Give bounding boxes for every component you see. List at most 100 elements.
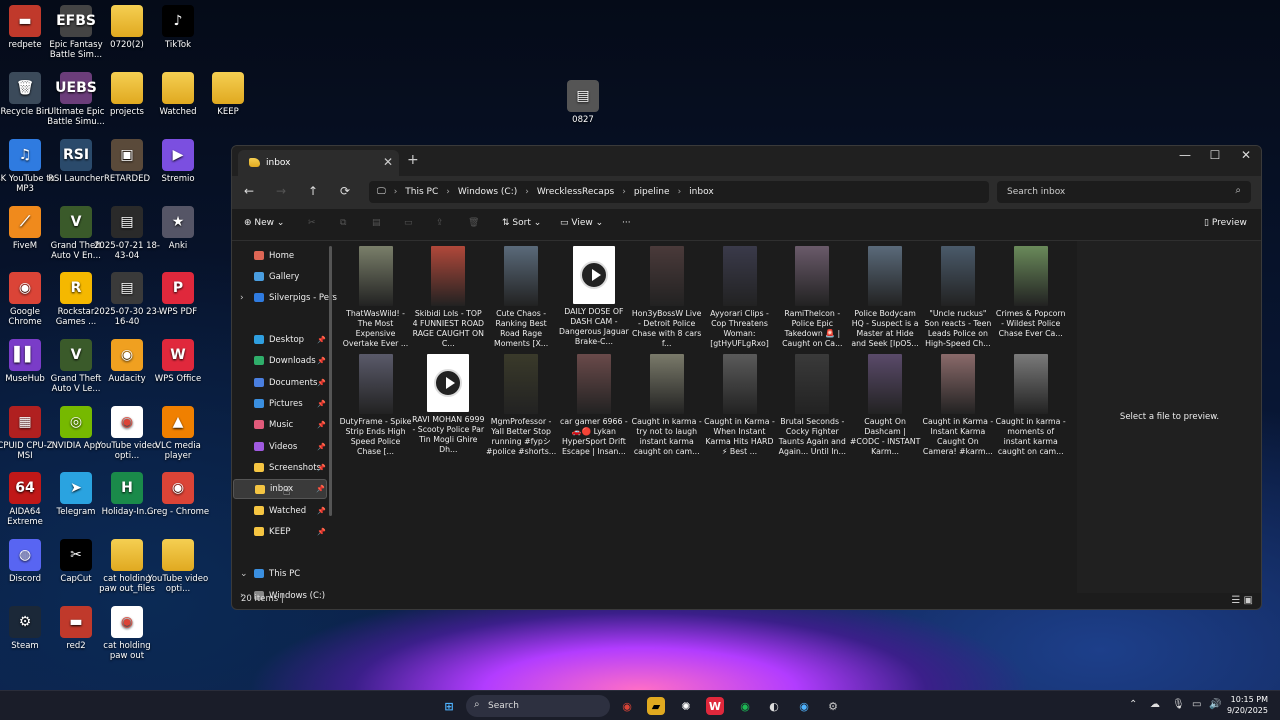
view-button[interactable]: ▭ View ⌄ xyxy=(560,218,603,228)
sidebar-scrollbar[interactable] xyxy=(329,246,332,516)
sidebar-item-watched[interactable]: Watched 📌 xyxy=(233,501,327,521)
tab-inbox[interactable]: inbox ✕ xyxy=(238,150,399,176)
breadcrumb-item[interactable]: inbox xyxy=(689,187,713,197)
sidebar-item-videos[interactable]: Videos 📌 xyxy=(233,437,327,457)
sidebar-item-music[interactable]: Music 📌 xyxy=(233,415,327,435)
tab-close-button[interactable]: ✕ xyxy=(383,155,393,169)
wps-icon[interactable]: W xyxy=(706,697,724,715)
file-explorer-icon[interactable]: ▰ xyxy=(647,697,665,715)
minimize-button[interactable]: — xyxy=(1170,146,1200,164)
sidebar-item-this-pc[interactable]: This PC ⌄ xyxy=(233,564,327,584)
chrome-icon[interactable]: ◉ xyxy=(618,697,636,715)
close-button[interactable]: ✕ xyxy=(1231,146,1261,164)
spotify-icon[interactable]: ◉ xyxy=(736,697,754,715)
volume-icon[interactable]: 🔊 xyxy=(1209,699,1221,710)
sidebar-item-gallery[interactable]: Gallery xyxy=(233,267,327,287)
forward-button[interactable]: → xyxy=(276,184,286,198)
file-item[interactable]: Hon3yBossW Live - Detroit Police Chase w… xyxy=(630,246,703,349)
sort-button[interactable]: ⇅ Sort ⌄ xyxy=(502,218,541,228)
app-icon[interactable]: ◐ xyxy=(765,697,783,715)
sidebar-item-screenshots[interactable]: Screenshots 📌 xyxy=(233,458,327,478)
clock[interactable]: 10:15 PM 9/20/2025 xyxy=(1227,694,1268,716)
desktop-icon[interactable]: W WPS Office xyxy=(145,339,211,384)
chevron-right-icon[interactable]: › xyxy=(240,293,244,303)
file-item[interactable]: Crimes & Popcorn - Wildest Police Chase … xyxy=(994,246,1067,339)
file-item[interactable]: RAVI MOHAN 6999 - Scooty Police Par Tin … xyxy=(412,354,485,455)
sidebar-item-desktop[interactable]: Desktop 📌 xyxy=(233,330,327,350)
new-button[interactable]: ⊕ New ⌄ xyxy=(244,218,284,228)
chrome-profile-icon[interactable]: ◉ xyxy=(795,697,813,715)
preview-button[interactable]: ▯ Preview xyxy=(1204,218,1247,228)
file-item[interactable]: car gamer 6966 - 🚗🔴 Lykan HyperSport Dri… xyxy=(557,354,630,457)
copy-icon[interactable]: ⧉ xyxy=(340,218,346,228)
chevron-down-icon[interactable]: ⌄ xyxy=(240,569,248,579)
chatgpt-icon[interactable]: ✺ xyxy=(677,697,695,715)
file-item[interactable]: MgmProfessor - Yall Better Stop running … xyxy=(485,354,558,457)
sidebar-item-pictures[interactable]: Pictures 📌 xyxy=(233,394,327,414)
settings-icon[interactable]: ⚙ xyxy=(824,697,842,715)
breadcrumb-item[interactable]: Windows (C:) xyxy=(458,187,517,197)
file-item[interactable]: RamiThelcon - Police Epic Takedown 🚨 | C… xyxy=(776,246,849,349)
start-icon[interactable]: ⊞ xyxy=(440,697,458,715)
chevron-right-icon: › xyxy=(393,187,398,197)
file-item[interactable]: DutyFrame - Spike Strip Ends High Speed … xyxy=(339,354,412,457)
onedrive-icon[interactable]: ☁ xyxy=(1150,699,1160,710)
delete-icon[interactable]: 🗑 xyxy=(468,218,479,228)
desktop-icon[interactable]: ♪ TikTok xyxy=(145,5,211,50)
file-item[interactable]: Caught in karma - moments of instant kar… xyxy=(994,354,1067,457)
desktop-icon[interactable]: ◉ Greg - Chrome xyxy=(145,472,211,517)
sidebar-item-downloads[interactable]: Downloads 📌 xyxy=(233,351,327,371)
desktop-icon[interactable]: YouTube video opti... xyxy=(145,539,211,594)
back-button[interactable]: ← xyxy=(244,184,254,198)
sidebar-item-keep[interactable]: KEEP 📌 xyxy=(233,522,327,542)
file-item[interactable]: Caught in karma - try not to laugh insta… xyxy=(630,354,703,457)
file-item[interactable]: Cute Chaos - Ranking Best Road Rage Mome… xyxy=(485,246,558,349)
rename-icon[interactable]: ▭ xyxy=(404,218,413,228)
breadcrumb-item[interactable]: pipeline xyxy=(634,187,670,197)
preview-message: Select a file to preview. xyxy=(1119,412,1220,422)
desktop-icon[interactable]: ▶ Stremio xyxy=(145,139,211,184)
breadcrumb-item[interactable]: WrecklessRecaps xyxy=(537,187,614,197)
file-item[interactable]: Caught in Karma - Instant Karma Caught O… xyxy=(921,354,994,457)
file-item[interactable]: Brutal Seconds - Cocky Fighter Taunts Ag… xyxy=(776,354,849,457)
more-options-button[interactable]: ··· xyxy=(622,218,631,228)
cut-icon[interactable]: ✂ xyxy=(308,218,316,228)
file-item[interactable]: Ayyorari Clips - Cop Threatens Woman: [g… xyxy=(703,246,776,349)
paste-icon[interactable]: ▤ xyxy=(372,218,381,228)
chevron-up-icon[interactable]: ⌃ xyxy=(1129,699,1137,710)
breadcrumb[interactable]: 🖵 › This PC › Windows (C:) › WrecklessRecaps ›… xyxy=(369,181,989,203)
desktop-icon[interactable]: KEEP xyxy=(195,72,261,117)
folder-icon xyxy=(254,463,264,472)
mic-icon[interactable]: 🎙 xyxy=(1172,699,1185,710)
app-icon: ✂ xyxy=(60,539,92,571)
file-item[interactable]: Caught in Karma - When Instant Karma Hit… xyxy=(703,354,776,457)
desktop-icon[interactable]: ▲ VLC media player xyxy=(145,406,211,461)
file-item[interactable]: Caught On Dashcam | #CODC - INSTANT Karm… xyxy=(849,354,922,457)
search-input[interactable]: Search inbox ⌕ xyxy=(997,181,1251,203)
up-button[interactable]: ↑ xyxy=(308,184,318,198)
view-toggle[interactable]: ☰ ▣ xyxy=(1231,593,1253,609)
sidebar-item-inbox[interactable]: inbox 📌 xyxy=(233,479,327,499)
file-item[interactable]: DAILY DOSE OF DASH CAM - Dangerous Jagua… xyxy=(557,246,630,347)
file-item[interactable]: "Uncle ruckus" Son reacts - Teen Leads P… xyxy=(921,246,994,349)
sidebar-item-home[interactable]: Home xyxy=(233,246,327,266)
breadcrumb-item[interactable]: This PC xyxy=(405,187,438,197)
maximize-button[interactable]: ☐ xyxy=(1200,146,1230,164)
file-item[interactable]: ThatWasWild! - The Most Expensive Overta… xyxy=(339,246,412,349)
desktop-icon[interactable]: ▤ 0827 xyxy=(550,80,616,125)
sidebar-item-silverpigs-pers[interactable]: Silverpigs - Pers › xyxy=(233,288,337,308)
network-icon[interactable]: ▭ xyxy=(1192,699,1201,710)
share-icon[interactable]: ⇪ xyxy=(436,218,444,228)
desktop-icon[interactable]: ★ Anki xyxy=(145,206,211,251)
desktop-icon[interactable]: P WPS PDF xyxy=(145,272,211,317)
file-item[interactable]: Police Bodycam HQ - Suspect is a Master … xyxy=(849,246,922,349)
sidebar-item-label: Desktop xyxy=(269,335,305,345)
app-icon xyxy=(162,72,194,104)
taskbar-search[interactable]: ⌕ Search xyxy=(466,695,610,717)
new-tab-button[interactable]: + xyxy=(407,152,419,168)
file-item[interactable]: Skibidi Lols - TOP 4 FUNNIEST ROAD RAGE … xyxy=(412,246,485,349)
refresh-button[interactable]: ⟳ xyxy=(340,184,350,198)
desktop-icon[interactable]: ◉ cat holding paw out xyxy=(94,606,160,661)
sidebar-item-documents[interactable]: Documents 📌 xyxy=(233,373,327,393)
app-icon: ◍ xyxy=(9,539,41,571)
